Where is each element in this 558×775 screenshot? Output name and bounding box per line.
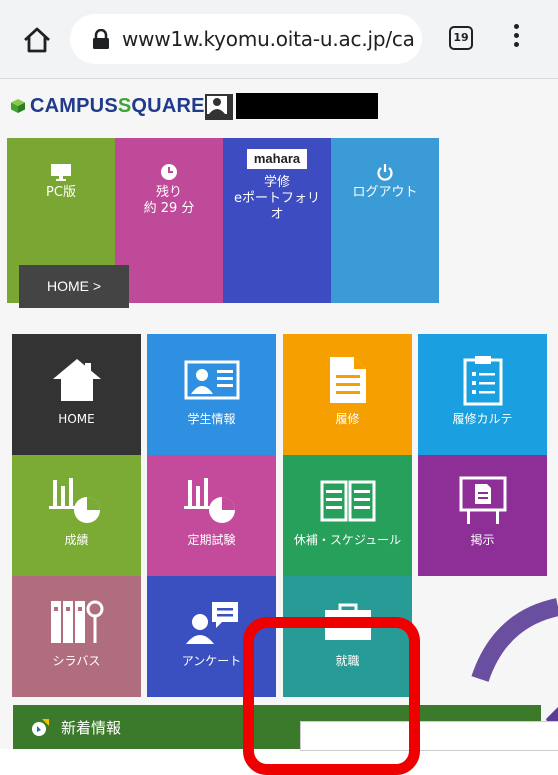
student-info-tile[interactable]: 学生情報	[147, 334, 276, 455]
address-bar[interactable]: www1w.kyomu.oita-u.ac.jp/ca	[70, 14, 422, 64]
chart-pie-icon	[48, 478, 100, 523]
noticeboard-icon	[459, 476, 506, 524]
user-avatar-icon	[205, 94, 233, 120]
person-speech-icon	[185, 602, 238, 644]
chart-pie-icon	[183, 478, 235, 523]
document-icon	[329, 357, 366, 403]
books-magnifier-icon	[50, 600, 103, 643]
home-tile[interactable]: HOME	[12, 334, 141, 455]
tab-count-button[interactable]: 19	[449, 26, 473, 50]
clipboard-checklist-icon	[463, 356, 502, 406]
employment-highlight-box	[243, 617, 420, 775]
eportfolio-button[interactable]: mahara 学修 eポートフォリオ	[223, 138, 331, 303]
registration-tile[interactable]: 履修	[283, 334, 412, 455]
home-icon[interactable]	[22, 25, 52, 55]
cube-icon	[11, 99, 25, 113]
bulletin-tile[interactable]: 掲示	[418, 455, 547, 576]
url-text: www1w.kyomu.oita-u.ac.jp/ca	[122, 27, 415, 51]
more-menu-icon[interactable]	[508, 24, 524, 54]
id-card-icon	[184, 360, 239, 400]
campussquare-logo: CAMPUSSQUARE	[10, 95, 205, 117]
exam-tile[interactable]: 定期試験	[147, 455, 276, 576]
power-icon	[377, 164, 393, 181]
notebook-icon	[320, 480, 375, 522]
house-icon	[52, 359, 101, 401]
lock-icon	[93, 29, 109, 49]
syllabus-tile[interactable]: シラバス	[12, 576, 141, 697]
schedule-tile[interactable]: 休補・スケジュール	[283, 455, 412, 576]
registration-chart-tile[interactable]: 履修カルテ	[418, 334, 547, 455]
news-icon	[32, 719, 49, 736]
grades-tile[interactable]: 成績	[12, 455, 141, 576]
breadcrumb[interactable]: HOME >	[19, 265, 129, 308]
browser-toolbar: www1w.kyomu.oita-u.ac.jp/ca 19	[0, 0, 558, 79]
clock-icon	[161, 164, 177, 180]
user-name-redacted	[236, 93, 378, 119]
mahara-logo: mahara	[247, 149, 307, 169]
logout-button[interactable]: ログアウト	[331, 138, 439, 303]
monitor-icon	[51, 164, 71, 181]
session-timer: 残り 約 29 分	[115, 138, 223, 303]
page-content: CAMPUSSQUARE PC版 残り 約 29 分 mahara 学修 eポー…	[0, 79, 558, 775]
